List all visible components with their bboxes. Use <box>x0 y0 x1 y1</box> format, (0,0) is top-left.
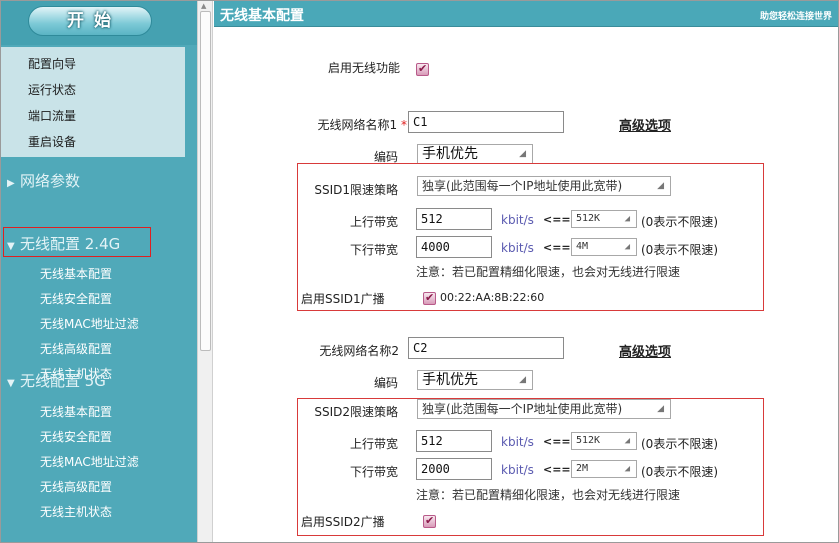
menu-item-reboot[interactable]: 重启设备 <box>28 133 76 150</box>
ssid2-down-label: 下行带宽 <box>349 465 398 479</box>
ssid1-up-note: (0表示不限速) <box>641 215 718 229</box>
ssid2-policy-label: SSID2限速策略 <box>314 405 398 419</box>
ssid1-name-label-text: 无线网络名称1 <box>317 118 398 132</box>
main-panel: 无线基本配置 助您轻松连接世界 启用无线功能 无线网络名称1 * C1 高级选项… <box>214 1 838 542</box>
ssid1-notice: 注意：若已配置精细化限速，也会对无线进行限速 <box>416 265 681 279</box>
ssid2-encoding-value: 手机优先 <box>422 372 478 388</box>
nav-item-5g-mac[interactable]: 无线MAC地址过滤 <box>40 453 139 470</box>
nav-group-label: 无线配置 2.4G <box>20 235 121 253</box>
nav-item-24g-advanced[interactable]: 无线高级配置 <box>40 340 112 357</box>
nav-item-24g-basic[interactable]: 无线基本配置 <box>40 265 112 282</box>
ssid2-name-input[interactable]: C2 <box>408 337 564 359</box>
brand-slogan: 助您轻松连接世界 <box>759 12 832 22</box>
ssid1-down-preset-select[interactable]: 4M ◢ <box>571 238 637 256</box>
sidebar: 开 始 配置向导 运行状态 端口流量 重启设备 ▶ 网络参数 ▼ 无线配置 2.4G… <box>1 1 197 542</box>
nav-item-5g-hosts[interactable]: 无线主机状态 <box>40 503 112 520</box>
enable-wireless-checkbox[interactable] <box>416 62 429 76</box>
expanded-triangle-icon: ▼ <box>7 241 15 252</box>
nav-item-5g-security[interactable]: 无线安全配置 <box>40 428 112 445</box>
ssid2-up-arrow: <== <box>543 435 571 448</box>
ssid1-up-arrow: <== <box>543 213 571 226</box>
ssid1-down-label: 下行带宽 <box>349 243 398 257</box>
title-bar: 无线基本配置 助您轻松连接世界 <box>214 1 838 27</box>
ssid1-down-preset-value: 4M <box>576 241 589 252</box>
ssid2-down-preset-select[interactable]: 2M ◢ <box>571 460 637 478</box>
start-button[interactable]: 开 始 <box>28 6 152 36</box>
nav-group-network[interactable]: ▶ 网络参数 <box>7 170 80 191</box>
ssid2-up-unit: kbit/s <box>501 435 534 449</box>
dropdown-arrow-icon: ◢ <box>624 214 630 224</box>
dropdown-arrow-icon: ◢ <box>519 149 526 159</box>
ssid1-up-preset-select[interactable]: 512K ◢ <box>571 210 637 228</box>
ssid2-broadcast-checkbox[interactable] <box>423 514 436 528</box>
ssid1-name-input[interactable]: C1 <box>408 111 564 133</box>
scrollbar-thumb[interactable] <box>200 11 211 351</box>
ssid1-broadcast-label: 启用SSID1广播 <box>301 292 385 306</box>
ssid1-up-input[interactable]: 512 <box>416 208 492 230</box>
nav-item-5g-basic[interactable]: 无线基本配置 <box>40 403 112 420</box>
ssid2-name-label: 无线网络名称2 <box>319 344 399 358</box>
nav-item-5g-advanced[interactable]: 无线高级配置 <box>40 478 112 495</box>
enable-wireless-label: 启用无线功能 <box>327 61 400 75</box>
ssid2-encoding-select[interactable]: 手机优先 ◢ <box>417 370 533 390</box>
nav-group-label: 网络参数 <box>20 172 81 190</box>
dropdown-arrow-icon: ◢ <box>657 404 664 414</box>
ssid2-down-unit: kbit/s <box>501 463 534 477</box>
quick-menu: 配置向导 运行状态 端口流量 重启设备 <box>1 47 185 157</box>
ssid1-encoding-select[interactable]: 手机优先 ◢ <box>417 144 533 164</box>
ssid1-encoding-value: 手机优先 <box>422 146 478 162</box>
ssid2-policy-select[interactable]: 独享(此范围每一个IP地址使用此宽带) ◢ <box>417 399 671 419</box>
menu-item-setup-wizard[interactable]: 配置向导 <box>28 55 76 72</box>
dropdown-arrow-icon: ◢ <box>624 436 630 446</box>
ssid1-policy-select[interactable]: 独享(此范围每一个IP地址使用此宽带) ◢ <box>417 176 671 196</box>
ssid1-up-preset-value: 512K <box>576 213 601 224</box>
ssid2-down-note: (0表示不限速) <box>641 465 718 479</box>
start-area: 开 始 <box>1 1 197 45</box>
ssid2-up-label: 上行带宽 <box>349 437 398 451</box>
ssid2-policy-value: 独享(此范围每一个IP地址使用此宽带) <box>422 402 623 416</box>
ssid1-down-note: (0表示不限速) <box>641 243 718 257</box>
ssid2-broadcast-label: 启用SSID2广播 <box>301 515 385 529</box>
ssid1-up-unit: kbit/s <box>501 213 534 227</box>
ssid2-down-arrow: <== <box>543 463 571 476</box>
ssid1-policy-label: SSID1限速策略 <box>314 183 398 197</box>
required-mark: * <box>401 118 407 132</box>
dropdown-arrow-icon: ◢ <box>624 464 630 474</box>
ssid2-down-preset-value: 2M <box>576 463 589 474</box>
menu-item-port-traffic[interactable]: 端口流量 <box>28 107 76 124</box>
menu-item-run-status[interactable]: 运行状态 <box>28 81 76 98</box>
expanded-triangle-icon: ▼ <box>7 378 15 389</box>
dropdown-arrow-icon: ◢ <box>624 242 630 252</box>
page-title: 无线基本配置 <box>220 8 304 24</box>
ssid1-mac: 00:22:AA:8B:22:60 <box>440 291 545 304</box>
ssid2-down-input[interactable]: 2000 <box>416 458 492 480</box>
collapsed-triangle-icon: ▶ <box>7 178 15 189</box>
nav-group-wireless-24g[interactable]: ▼ 无线配置 2.4G <box>7 233 120 254</box>
sidebar-scrollbar[interactable]: ▲ <box>197 1 213 542</box>
ssid1-down-input[interactable]: 4000 <box>416 236 492 258</box>
ssid1-down-arrow: <== <box>543 241 571 254</box>
ssid1-name-label: 无线网络名称1 * <box>254 116 407 133</box>
ssid2-up-preset-select[interactable]: 512K ◢ <box>571 432 637 450</box>
dropdown-arrow-icon: ◢ <box>519 375 526 385</box>
ssid1-policy-value: 独享(此范围每一个IP地址使用此宽带) <box>422 179 623 193</box>
nav-item-24g-mac[interactable]: 无线MAC地址过滤 <box>40 315 139 332</box>
nav-group-label: 无线配置 5G <box>20 372 106 390</box>
ssid2-up-note: (0表示不限速) <box>641 437 718 451</box>
scroll-up-arrow-icon[interactable]: ▲ <box>201 2 206 10</box>
ssid2-advanced-link[interactable]: 高级选项 <box>619 341 671 360</box>
ssid2-encoding-label: 编码 <box>373 376 398 390</box>
ssid1-up-label: 上行带宽 <box>349 215 398 229</box>
dropdown-arrow-icon: ◢ <box>657 181 664 191</box>
ssid2-up-input[interactable]: 512 <box>416 430 492 452</box>
ssid1-advanced-link[interactable]: 高级选项 <box>619 115 671 134</box>
ssid1-broadcast-checkbox[interactable] <box>423 291 436 305</box>
nav-item-24g-security[interactable]: 无线安全配置 <box>40 290 112 307</box>
nav-group-wireless-5g[interactable]: ▼ 无线配置 5G <box>7 370 106 391</box>
ssid2-notice: 注意：若已配置精细化限速，也会对无线进行限速 <box>416 488 681 502</box>
ssid2-up-preset-value: 512K <box>576 435 601 446</box>
ssid1-down-unit: kbit/s <box>501 241 534 255</box>
